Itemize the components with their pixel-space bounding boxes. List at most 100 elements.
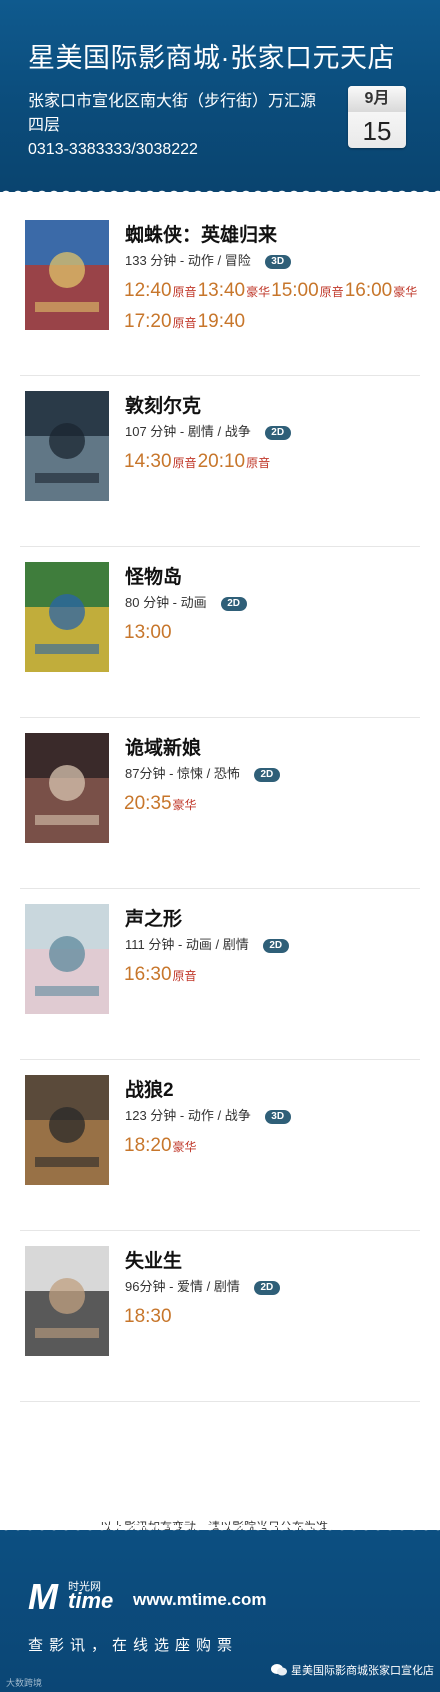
movie-item[interactable]: 声之形 111 分钟 - 动画 / 剧情 2D 16:30原音: [0, 876, 440, 1060]
movie-item[interactable]: 怪物岛 80 分钟 - 动画 2D 13:00: [0, 534, 440, 718]
showtime-hall: 豪华: [172, 1140, 197, 1154]
mtime-slogan: 查影讯，在线选座购票: [28, 1637, 239, 1654]
showtime[interactable]: 18:20豪华: [124, 1131, 197, 1162]
showtime[interactable]: 19:40: [198, 307, 247, 338]
movie-title[interactable]: 诡域新娘: [125, 733, 201, 760]
movie-item[interactable]: 战狼2 123 分钟 - 动作 / 战争 3D 18:20豪华: [0, 1047, 440, 1231]
movie-meta: 107 分钟 - 剧情 / 战争 2D: [125, 421, 291, 440]
poster-image: [25, 220, 109, 330]
cinema-header: 星美国际影商城·张家口元天店 张家口市宣化区南大街（步行街）万汇源四层 0313…: [0, 0, 440, 192]
watermark: 大数跨境: [6, 1678, 43, 1688]
movie-poster[interactable]: [25, 733, 109, 843]
showtime-time: 17:20: [124, 311, 172, 332]
poster-image: [25, 391, 109, 501]
showtime-time: 19:40: [197, 311, 246, 332]
movie-title[interactable]: 战狼2: [125, 1075, 174, 1102]
mtime-logo[interactable]: M 时光网 time: [28, 1576, 128, 1622]
movie-info: 87分钟 - 惊悚 / 恐怖: [125, 766, 240, 781]
movie-meta: 111 分钟 - 动画 / 剧情 2D: [125, 934, 289, 953]
showtime[interactable]: 16:00豪华: [345, 276, 418, 307]
showtime[interactable]: 20:35豪华: [124, 789, 197, 820]
movie-title[interactable]: 失业生: [125, 1246, 182, 1273]
showtime-hall: 原音: [172, 456, 197, 470]
movie-meta: 80 分钟 - 动画 2D: [125, 592, 247, 611]
movie-meta: 96分钟 - 爱情 / 剧情 2D: [125, 1276, 280, 1295]
movie-poster[interactable]: [25, 391, 109, 501]
movie-divider: [20, 1401, 420, 1402]
mtime-m-icon: M: [28, 1576, 58, 1617]
movie-item[interactable]: 蜘蛛侠：英雄归来 133 分钟 - 动作 / 冒险 3D 12:40原音13:40豪华…: [0, 192, 440, 376]
movie-item[interactable]: 失业生 96分钟 - 爱情 / 剧情 2D 18:30: [0, 1218, 440, 1402]
format-badge: 2D: [253, 1281, 280, 1295]
showtime[interactable]: 16:30原音: [124, 960, 197, 991]
mtime-website-link[interactable]: www.mtime.com: [133, 1590, 267, 1610]
movie-poster[interactable]: [25, 220, 109, 330]
showtime-list: 14:30原音20:10原音: [124, 447, 440, 478]
wechat-icon: [271, 1664, 287, 1676]
wechat-account-name: 星美国际影商城张家口宣化店: [291, 1665, 434, 1677]
showtime-hall: 原音: [319, 285, 344, 299]
movie-poster[interactable]: [25, 1246, 109, 1356]
showtime-time: 16:00: [344, 280, 393, 301]
format-badge: 3D: [264, 255, 291, 269]
poster-image: [25, 562, 109, 672]
showtime-time: 15:00: [271, 280, 319, 301]
format-badge: 2D: [220, 597, 247, 611]
showtime-list: 16:30原音: [124, 960, 440, 991]
movie-poster[interactable]: [25, 1075, 109, 1185]
wechat-account: 星美国际影商城张家口宣化店: [271, 1662, 434, 1678]
showtime[interactable]: 14:30原音: [124, 447, 197, 478]
movie-poster[interactable]: [25, 904, 109, 1014]
showtime-list: 18:20豪华: [124, 1131, 440, 1162]
showtime-time: 20:35: [124, 793, 172, 814]
showtime-hall: 原音: [172, 285, 197, 299]
date-badge: 9月 15: [348, 86, 406, 148]
format-badge: 2D: [264, 426, 291, 440]
format-badge: 2D: [253, 768, 280, 782]
movie-item[interactable]: 敦刻尔克 107 分钟 - 剧情 / 战争 2D 14:30原音20:10原音: [0, 363, 440, 547]
movie-poster[interactable]: [25, 562, 109, 672]
cinema-phone: 0313-3383333/3038222: [28, 141, 198, 158]
cinema-address: 张家口市宣化区南大街（步行街）万汇源四层: [28, 93, 317, 134]
showtime-time: 13:00: [124, 622, 172, 643]
showtime-time: 20:10: [197, 451, 246, 472]
movie-item[interactable]: 诡域新娘 87分钟 - 惊悚 / 恐怖 2D 20:35豪华: [0, 705, 440, 889]
showtime[interactable]: 13:40豪华: [198, 276, 271, 307]
showtime[interactable]: 20:10原音: [198, 447, 271, 478]
movie-info: 133 分钟 - 动作 / 冒险: [125, 253, 251, 268]
showtime-list: 18:30: [124, 1302, 440, 1333]
showtime-time: 18:20: [124, 1135, 172, 1156]
showtime-hall: 豪华: [246, 285, 271, 299]
showtime-hall: 原音: [246, 456, 271, 470]
showtime-hall: 原音: [172, 969, 197, 983]
showtime-time: 16:30: [124, 964, 172, 985]
movie-title[interactable]: 怪物岛: [125, 562, 182, 589]
date-day: 15: [362, 116, 392, 146]
showtime[interactable]: 12:40原音: [124, 276, 197, 307]
showtime-list: 13:00: [124, 618, 440, 649]
movie-title[interactable]: 蜘蛛侠：英雄归来: [125, 220, 277, 247]
movie-meta: 87分钟 - 惊悚 / 恐怖 2D: [125, 763, 280, 782]
showtime[interactable]: 15:00原音: [271, 276, 344, 307]
format-badge: 3D: [264, 1110, 291, 1124]
format-badge: 2D: [262, 939, 289, 953]
poster-image: [25, 1075, 109, 1185]
mtime-logo-text: time: [68, 1588, 114, 1613]
movie-meta: 123 分钟 - 动作 / 战争 3D: [125, 1105, 291, 1124]
movie-info: 107 分钟 - 剧情 / 战争: [125, 424, 251, 439]
showtime-time: 14:30: [124, 451, 172, 472]
mtime-footer: M 时光网 time www.mtime.com 查影讯，在线选座购票 星美国际…: [0, 1530, 440, 1692]
showtime-hall: 豪华: [172, 798, 197, 812]
poster-image: [25, 733, 109, 843]
movie-title[interactable]: 声之形: [125, 904, 182, 931]
showtime[interactable]: 17:20原音: [124, 307, 197, 338]
showtime-time: 18:30: [124, 1306, 172, 1327]
showtime-hall: 豪华: [393, 285, 418, 299]
showtime[interactable]: 18:30: [124, 1302, 173, 1333]
showtime[interactable]: 13:00: [124, 618, 173, 649]
movie-info: 111 分钟 - 动画 / 剧情: [125, 937, 249, 952]
movie-title[interactable]: 敦刻尔克: [125, 391, 201, 418]
movie-info: 80 分钟 - 动画: [125, 595, 207, 610]
footer-scallop-edge: [0, 1525, 440, 1535]
movie-info: 96分钟 - 爱情 / 剧情: [125, 1279, 240, 1294]
